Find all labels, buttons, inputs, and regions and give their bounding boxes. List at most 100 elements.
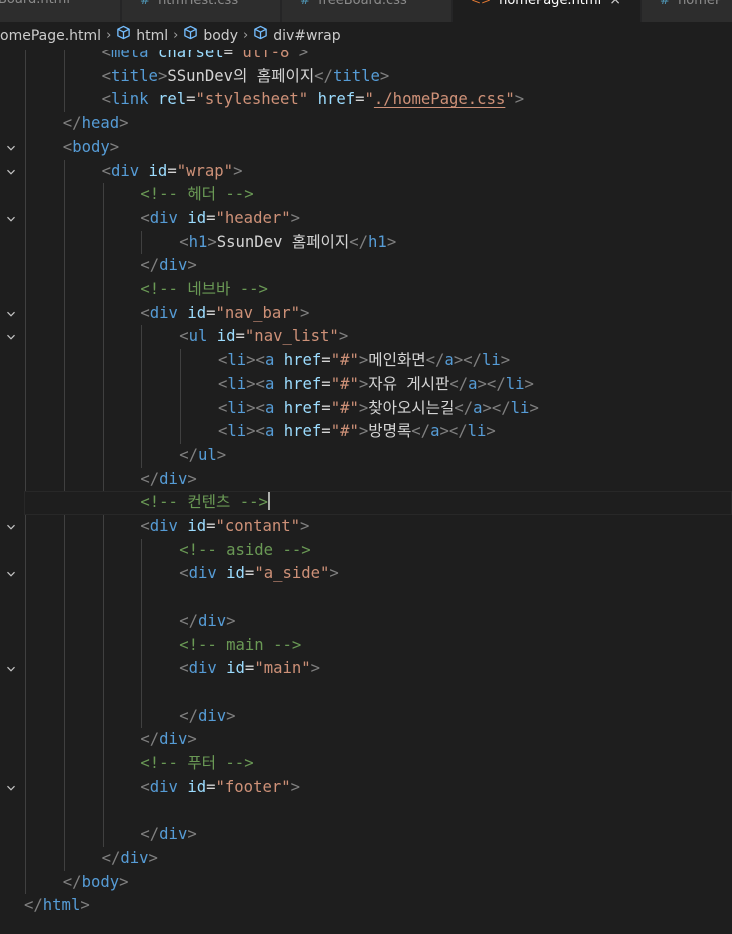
token-brk: </ (349, 232, 369, 251)
code-line[interactable]: </div> (0, 468, 732, 492)
token-brk: >< (246, 398, 265, 417)
token-tag: div (149, 303, 178, 322)
code-line[interactable]: <li><a href="#">방명록</a></li> (0, 420, 732, 444)
tab-homep[interactable]: # homeP (642, 0, 732, 22)
fold-chevron-icon[interactable] (4, 302, 18, 326)
code-line[interactable]: <!-- 헤더 --> (0, 183, 732, 207)
fold-chevron-icon[interactable] (4, 160, 18, 184)
fold-chevron-icon[interactable] (4, 776, 18, 800)
code-line[interactable]: <div id="a_side"> (0, 562, 732, 586)
breadcrumb-label: omePage.html (0, 28, 102, 44)
code-line[interactable]: <div id="nav_bar"> (0, 302, 732, 326)
code-line[interactable]: <div id="header"> (0, 207, 732, 231)
token-tag: a (264, 374, 275, 393)
token-txt: 메인화면 (368, 351, 426, 370)
code-line[interactable] (0, 681, 732, 705)
editor-tabs-bar: eBoard.html # htmlTest.css # freeBoard.css <>… (0, 0, 732, 22)
code-line[interactable]: <div id="contant"> (0, 515, 732, 539)
token-brk: > (524, 374, 534, 393)
token-txt: = (355, 90, 365, 109)
code-text: <div id="header"> (140, 207, 300, 231)
token-tag: li (227, 374, 247, 393)
code-line[interactable]: <!-- main --> (0, 634, 732, 658)
token-tag: div (159, 469, 188, 488)
code-text: <li><a href="#">찾아오시는길</a></li> (218, 397, 539, 421)
token-brk: < (101, 90, 111, 109)
code-line[interactable]: <li><a href="#">자유 게시판</a></li> (0, 373, 732, 397)
token-tag: div (120, 848, 149, 867)
code-line[interactable]: </div> (0, 254, 732, 278)
code-line[interactable]: </ul> (0, 444, 732, 468)
breadcrumb-item[interactable]: html (116, 22, 168, 50)
code-line[interactable]: <!-- 컨텐츠 --> (0, 491, 732, 515)
token-brk: > (187, 730, 197, 749)
code-line[interactable]: </div> (0, 823, 732, 847)
code-line[interactable]: <!-- aside --> (0, 539, 732, 563)
symbol-element-icon (253, 22, 268, 40)
code-line[interactable]: <div id="wrap"> (0, 160, 732, 184)
code-line[interactable]: <div id="main"> (0, 657, 732, 681)
code-line[interactable]: <li><a href="#">메인화면</a></li> (0, 349, 732, 373)
fold-chevron-icon[interactable] (4, 207, 18, 231)
fold-chevron-icon[interactable] (4, 562, 18, 586)
token-tag: div (197, 611, 227, 630)
code-line[interactable]: </head> (0, 112, 732, 136)
code-text: <link rel="stylesheet" href="./homePage.… (102, 88, 525, 112)
token-brk: < (179, 327, 189, 346)
code-line[interactable] (0, 799, 732, 823)
token-txt: = (244, 564, 255, 583)
breadcrumb-item[interactable]: body (183, 22, 238, 50)
token-brk: > (290, 208, 301, 227)
code-line[interactable]: <meta charset="utf-8"> (0, 50, 732, 65)
code-line[interactable]: </div> (0, 610, 732, 634)
code-text: <div id="contant"> (140, 515, 309, 539)
tab-htmltest-css[interactable]: # htmlTest.css (122, 0, 280, 22)
symbol-element-icon (116, 22, 131, 40)
code-line[interactable] (0, 586, 732, 610)
token-brk: </ (314, 66, 333, 85)
breadcrumb-item[interactable]: div#wrap (253, 22, 341, 50)
code-line[interactable]: <title>SSunDev의 홈페이지</title> (0, 65, 732, 89)
token-txt: = (235, 327, 245, 346)
code-line[interactable]: <!-- 네브바 --> (0, 278, 732, 302)
code-line[interactable]: </body> (0, 871, 732, 895)
fold-chevron-icon[interactable] (4, 136, 18, 160)
token-tag: div (149, 517, 178, 535)
token-str: "#" (330, 422, 359, 441)
token-txt: SSunDev의 홈페이지 (167, 66, 315, 85)
fold-chevron-icon[interactable] (4, 325, 18, 349)
fold-chevron-icon[interactable] (4, 515, 18, 539)
code-line[interactable]: <body> (0, 136, 732, 160)
code-line[interactable]: <ul id="nav_list"> (0, 325, 732, 349)
token-tag: li (227, 398, 247, 417)
token-attr: href (317, 90, 356, 109)
code-line[interactable]: </html> (0, 894, 732, 918)
token-tag: li (505, 374, 525, 393)
tab-freeboard-css[interactable]: # freeBoard.css (282, 0, 451, 22)
code-line[interactable]: <div id="footer"> (0, 776, 732, 800)
code-editor[interactable]: <meta charset="utf-8"> <title>SSunDev의 홈페… (0, 50, 732, 934)
code-line[interactable]: <link rel="stylesheet" href="./homePage.… (0, 88, 732, 112)
breadcrumb-item[interactable]: omePage.html (0, 22, 101, 50)
fold-chevron-icon[interactable] (4, 657, 18, 681)
token-brk: </ (62, 872, 82, 891)
code-line[interactable]: <!-- 푸터 --> (0, 752, 732, 776)
code-line[interactable]: <h1>SsunDev 홈페이지</h1> (0, 231, 732, 255)
token-attr: href (283, 351, 322, 370)
code-text: <div id="main"> (179, 657, 320, 681)
tab-eboard-html[interactable]: eBoard.html (0, 0, 120, 22)
token-txt: = (321, 398, 331, 417)
code-line[interactable]: </div> (0, 728, 732, 752)
code-text: <ul id="nav_list"> (179, 325, 348, 349)
code-line[interactable]: </div> (0, 705, 732, 729)
breadcrumb-label: html (136, 28, 169, 44)
code-line[interactable]: </div> (0, 847, 732, 871)
close-icon[interactable]: × (609, 0, 621, 8)
code-line[interactable]: <li><a href="#">찾아오시는길</a></li> (0, 397, 732, 421)
tab-homepage-html[interactable]: <> homePage.html × (453, 0, 640, 22)
